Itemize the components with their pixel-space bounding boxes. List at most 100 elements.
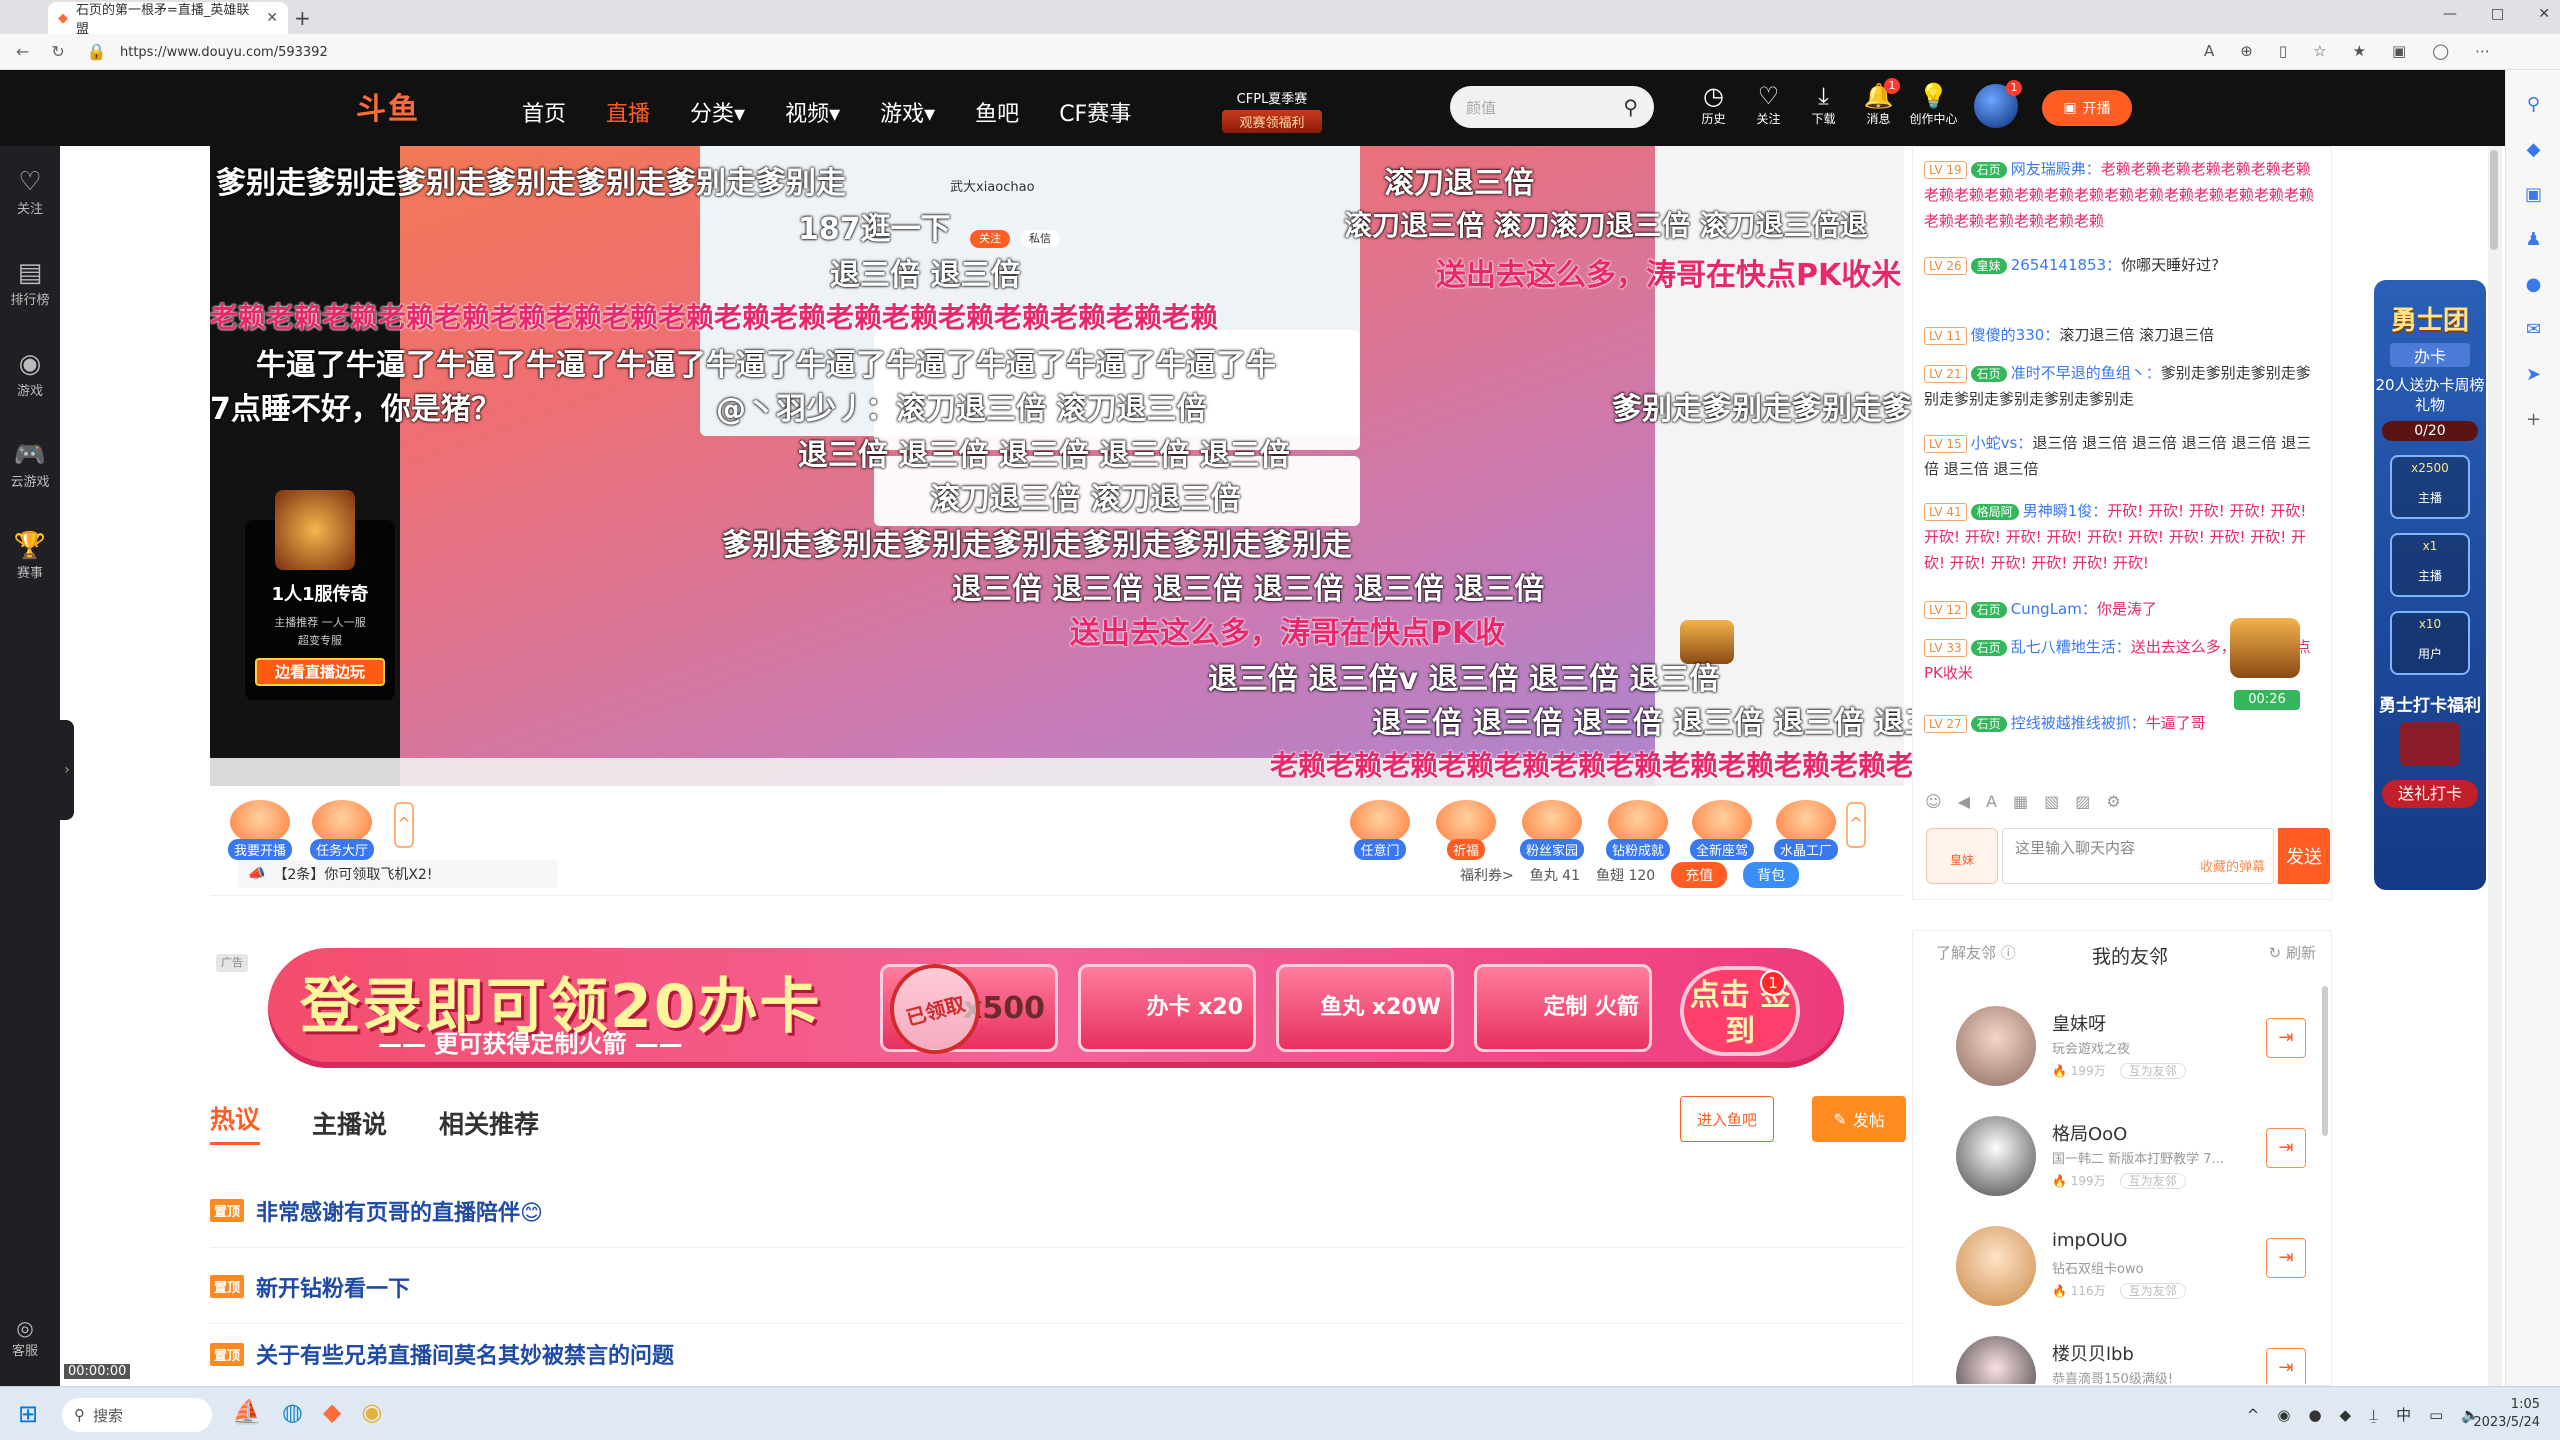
warrior-event-panel[interactable]: 勇士团 办卡 20人送办卡周榜礼物 0/20 x2500 主播 x1 主播 x10 用… [2374,280,2486,890]
history-button[interactable]: ◷ 历史 [1686,82,1741,127]
chat-username[interactable]: 傻傻的330： [1971,326,2060,344]
about-friends-link[interactable]: 了解友邻 ⓘ [1936,944,2016,962]
page-scrollbar[interactable] [2488,146,2502,1386]
sidebar-search-icon[interactable]: ⚲ [2506,94,2560,115]
customer-service-button[interactable]: ◎ 客服 [12,1316,38,1359]
tool-icon[interactable]: ▧ [2044,792,2059,811]
friend-item[interactable]: 楼贝贝lbb 恭喜滴哥150级满级! ⇥ [1956,1336,2306,1384]
douyu-app-icon[interactable]: ◆ [323,1398,341,1426]
volume-icon[interactable]: ◀ [1958,792,1970,811]
backpack-button[interactable]: 背包 [1743,862,1800,888]
tool-icon[interactable]: ▨ [2075,792,2090,811]
event-checkin-button[interactable]: 送礼打卡 [2382,780,2478,808]
more-icon[interactable]: ⋯ [2475,42,2490,60]
recharge-button[interactable]: 充值 [1671,862,1728,888]
sidebar-send-icon[interactable]: ➤ [2506,364,2560,385]
coupon-link[interactable]: 福利券> [1460,865,1514,885]
nav-home[interactable]: 首页 [522,96,566,128]
creator-center-button[interactable]: 💡 创作中心 [1906,82,1961,127]
toolbar-diamond-fan[interactable]: 钻粉成就 [1606,800,1671,860]
enter-room-icon[interactable]: ⇥ [2266,1348,2306,1384]
chat-username[interactable]: 小蛇vs： [1971,434,2033,452]
tray-app-icon[interactable]: ● [2308,1406,2321,1424]
sidebar-item-games[interactable]: ◉ 游戏 [0,348,60,399]
read-aloud-icon[interactable]: A [2204,42,2214,60]
sidebar-item-follow[interactable]: ♡ 关注 [0,166,60,217]
chat-username[interactable]: 乱七八糟地生活： [2011,638,2131,656]
start-stream-button[interactable]: ▣ 开播 [2042,90,2132,126]
follow-button[interactable]: ♡ 关注 [1741,82,1796,127]
avatar[interactable] [1956,1006,2036,1086]
user-avatar[interactable]: 1 [1974,80,2022,128]
refresh-button[interactable]: ↻ 刷新 [2269,942,2316,963]
tool-icon[interactable]: ▦ [2013,792,2028,811]
toolbar-expand-right-icon[interactable]: ^ [1846,802,1866,848]
collections-icon[interactable]: ▣ [2392,42,2406,60]
post-title[interactable]: 新开钻粉看一下 [256,1271,410,1303]
chat-username[interactable]: 2654141853： [2011,256,2121,274]
cfpl-promo[interactable]: CFPL夏季赛 观赛领福利 [1222,88,1322,133]
edge-icon[interactable]: ◍ [282,1398,303,1426]
sidebar-circle-icon[interactable]: ● [2506,274,2560,295]
game-app-icon[interactable]: ◉ [361,1398,382,1426]
split-view-icon[interactable]: ▯ [2279,42,2287,60]
taskbar-clock[interactable]: 1:05 2023/5/24 [2473,1396,2540,1432]
windows-start-icon[interactable]: ⊞ [18,1400,38,1428]
tray-app-icon[interactable]: ◆ [2340,1406,2352,1424]
maximize-button[interactable]: □ [2491,6,2504,22]
post-title[interactable]: 关于有些兄弟直播间莫名其妙被禁言的问题 [256,1338,674,1370]
enter-room-icon[interactable]: ⇥ [2266,1018,2306,1058]
chat-treasure-icon[interactable] [2230,618,2300,678]
tray-mic-icon[interactable]: ⍊ [2369,1406,2378,1424]
emoji-icon[interactable]: ☺ [1925,792,1942,811]
sidebar-tools-icon[interactable]: ▣ [2506,184,2560,205]
nav-live[interactable]: 直播 [606,96,650,128]
notice-bar[interactable]: 📣 【2条】你可领取飞机X2! [238,860,558,888]
nav-cf-events[interactable]: CF赛事 [1059,96,1131,128]
avatar[interactable] [1956,1336,2036,1384]
game-ad-play-button[interactable]: 边看直播边玩 [255,658,385,686]
nav-category[interactable]: 分类▾ [690,96,745,128]
new-post-button[interactable]: ✎ 发帖 [1812,1096,1906,1142]
chat-username[interactable]: CungLam： [2011,600,2097,618]
toolbar-task-hall[interactable]: 任务大厅 [310,800,375,860]
toolbar-pray[interactable]: 祈福 [1436,800,1496,860]
lock-icon[interactable]: 🔒 [87,42,107,61]
toolbar-crystal-factory[interactable]: 水晶工厂 [1774,800,1839,860]
friend-item[interactable]: 格局OoO 国一韩二 新版本打野教学 7... 🔥 199万 互为友邻 ⇥ [1956,1116,2306,1216]
scrollbar-thumb[interactable] [2490,150,2498,250]
new-tab-icon[interactable]: + [294,6,311,30]
post-row[interactable]: 置顶 非常感谢有页哥的直播陪伴😊 [210,1174,1906,1248]
sidebar-tag-icon[interactable]: ◆ [2506,139,2560,160]
profile-icon[interactable]: ◯ [2432,42,2449,60]
reload-icon[interactable]: ↻ [51,42,64,61]
minimize-button[interactable]: — [2443,6,2457,22]
saved-danmaku-link[interactable]: 收藏的弹幕 [2200,856,2265,875]
search-icon[interactable]: ⚲ [1623,95,1638,119]
boat-app-icon[interactable]: ⛵ [232,1398,262,1426]
chat-username[interactable]: 男神瞬1俊： [2023,502,2108,520]
tab-streamer-says[interactable]: 主播说 [312,1105,387,1141]
sidebar-item-cloud-games[interactable]: 🎮 云游戏 [0,439,60,490]
search-input[interactable]: 颜值 ⚲ [1450,86,1654,128]
enter-yuba-button[interactable]: 进入鱼吧 [1680,1096,1774,1142]
tab-hot[interactable]: 热议 [210,1100,261,1145]
post-title[interactable]: 非常感谢有页哥的直播陪伴😊 [256,1195,543,1227]
event-reward-card[interactable]: x2500 主播 [2390,455,2470,519]
close-window-button[interactable]: ✕ [2538,6,2550,22]
friend-name[interactable]: 楼贝贝lbb [2052,1340,2134,1366]
friend-item[interactable]: 皇妹呀 玩会遊戏之夜 🔥 199万 互为友邻 ⇥ [1956,1006,2306,1106]
avatar[interactable] [1956,1226,2036,1306]
download-button[interactable]: ⤓ 下载 [1796,82,1851,127]
event-reward-card[interactable]: x10 用户 [2390,611,2470,675]
tray-app-icon[interactable]: ◉ [2277,1406,2290,1424]
zoom-icon[interactable]: ⊕ [2240,42,2253,60]
sidebar-item-ranking[interactable]: ▤ 排行榜 [0,257,60,308]
chat-username[interactable]: 控线被越推线被抓： [2011,714,2146,732]
network-icon[interactable]: ▭ [2429,1406,2443,1424]
chat-username[interactable]: 网友瑞殿弗： [2011,160,2101,178]
friend-item[interactable]: impOUO 钻石双组卡owo 🔥 116万 互为友邻 ⇥ [1956,1226,2306,1326]
favorite-icon[interactable]: ☆ [2313,42,2326,60]
sidebar-expand-handle[interactable]: › [60,720,74,820]
tab-recommended[interactable]: 相关推荐 [439,1105,539,1141]
